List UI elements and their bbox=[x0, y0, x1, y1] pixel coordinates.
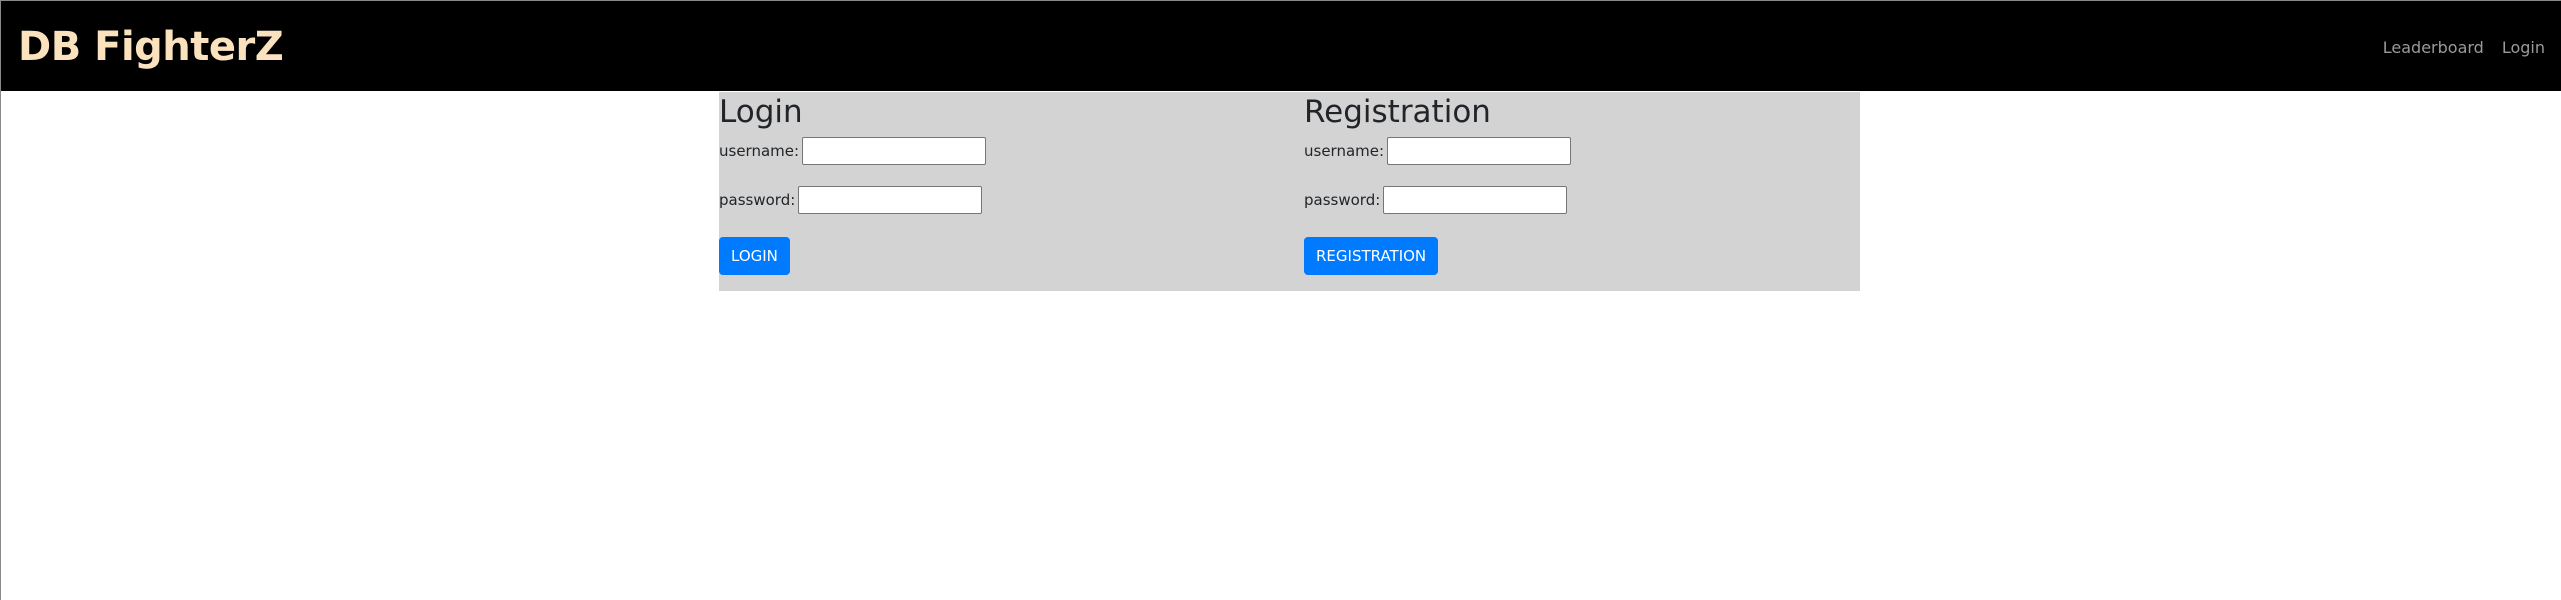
registration-password-input[interactable] bbox=[1383, 186, 1568, 214]
nav-link-login[interactable]: Login bbox=[2502, 38, 2545, 57]
login-password-row: password: bbox=[719, 186, 983, 214]
login-username-row: username: bbox=[719, 137, 987, 165]
login-username-label: username: bbox=[719, 142, 800, 160]
nav-link-leaderboard[interactable]: Leaderboard bbox=[2383, 38, 2484, 57]
auth-panel: Login username: password: LOGIN Registra… bbox=[719, 92, 1860, 291]
page: DB FighterZ Leaderboard Login Login user… bbox=[0, 0, 2561, 600]
registration-password-row: password: bbox=[1304, 186, 1568, 214]
brand-logo-link[interactable]: DB FighterZ bbox=[18, 24, 284, 70]
registration-title: Registration bbox=[1304, 94, 1491, 130]
login-username-input[interactable] bbox=[802, 137, 987, 165]
login-title: Login bbox=[719, 94, 803, 130]
registration-password-label: password: bbox=[1304, 191, 1381, 209]
login-password-input[interactable] bbox=[798, 186, 983, 214]
top-navbar: DB FighterZ Leaderboard Login bbox=[1, 1, 2561, 91]
nav-links: Leaderboard Login bbox=[2383, 38, 2545, 57]
login-password-label: password: bbox=[719, 191, 796, 209]
login-button[interactable]: LOGIN bbox=[719, 237, 790, 275]
registration-username-input[interactable] bbox=[1387, 137, 1572, 165]
registration-username-row: username: bbox=[1304, 137, 1572, 165]
registration-button[interactable]: REGISTRATION bbox=[1304, 237, 1439, 275]
registration-username-label: username: bbox=[1304, 142, 1385, 160]
